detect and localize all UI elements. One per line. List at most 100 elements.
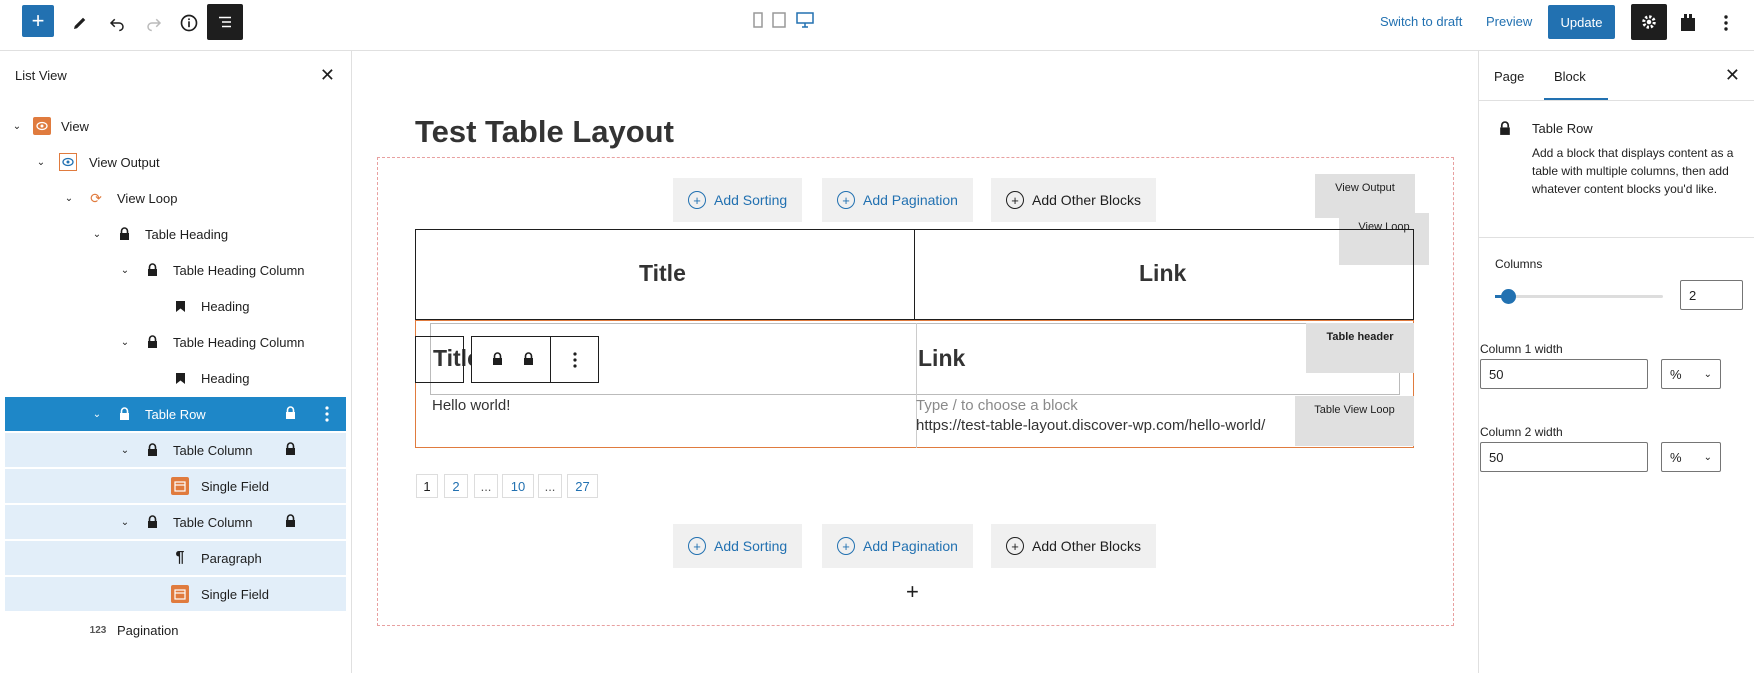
tree-item-label: Table Row: [145, 406, 206, 422]
chevron-down-icon[interactable]: ⌄: [11, 121, 23, 132]
redo-icon[interactable]: [136, 5, 172, 41]
bookmark-icon: [171, 297, 189, 315]
chevron-down-icon[interactable]: ⌄: [119, 517, 131, 528]
tree-item-single-field[interactable]: Single Field: [5, 577, 346, 611]
desktop-icon[interactable]: [796, 12, 814, 28]
mobile-icon[interactable]: [752, 12, 766, 28]
add-pagination-label: Add Pagination: [863, 192, 958, 208]
add-sorting-button[interactable]: + Add Sorting: [673, 178, 803, 222]
info-icon[interactable]: [171, 5, 207, 41]
page-number[interactable]: 2: [444, 474, 468, 498]
columns-input[interactable]: 2: [1680, 280, 1743, 310]
close-icon[interactable]: ✕: [1725, 65, 1740, 86]
chevron-down-icon[interactable]: ⌄: [91, 409, 103, 420]
columns-slider-thumb[interactable]: [1501, 289, 1516, 304]
chevron-down-icon[interactable]: ⌄: [91, 229, 103, 240]
column-2-unit-select[interactable]: % ⌄: [1661, 442, 1721, 472]
column-divider: [914, 229, 915, 320]
chevron-down-icon: ⌄: [1703, 368, 1712, 380]
row-link[interactable]: Link: [918, 345, 965, 372]
paragraph-placeholder[interactable]: Type / to choose a block: [916, 397, 1078, 414]
tab-block[interactable]: Block: [1554, 69, 1586, 84]
page-number[interactable]: 10: [502, 474, 534, 498]
plugin-icon[interactable]: [1670, 5, 1706, 41]
undo-icon[interactable]: [99, 5, 135, 41]
add-sorting-button[interactable]: + Add Sorting: [673, 524, 803, 568]
heading-title[interactable]: Title: [639, 260, 686, 287]
tablet-icon[interactable]: [772, 12, 786, 28]
add-block-button[interactable]: +: [22, 5, 54, 37]
tree-item-table-heading[interactable]: ⌄ Table Heading: [5, 217, 346, 251]
update-button[interactable]: Update: [1548, 5, 1615, 39]
tree-item-table-row[interactable]: ⌄ Table Row: [5, 397, 346, 431]
tree-item-label: Table Heading Column: [173, 262, 305, 278]
chevron-down-icon[interactable]: ⌄: [35, 157, 47, 168]
chevron-down-icon[interactable]: ⌄: [119, 337, 131, 348]
columns-slider-track[interactable]: [1495, 295, 1663, 298]
add-other-blocks-button[interactable]: + Add Other Blocks: [991, 524, 1156, 568]
lock-icon: [143, 513, 161, 531]
lock-icon: [143, 333, 161, 351]
chevron-down-icon[interactable]: ⌄: [119, 445, 131, 456]
page-title[interactable]: Test Table Layout: [415, 114, 674, 150]
tree-item-label: Table Heading: [145, 226, 229, 242]
heading-link[interactable]: Link: [1139, 260, 1186, 287]
tree-item-table-heading-column[interactable]: ⌄ Table Heading Column: [5, 253, 346, 287]
tree-item-paragraph[interactable]: ¶ Paragraph: [5, 541, 346, 575]
view-output-tag: View Output: [1315, 174, 1415, 218]
add-sorting-label: Add Sorting: [714, 538, 788, 554]
tree-item-view-loop[interactable]: ⌄ ⟳ View Loop: [5, 181, 346, 215]
more-options-icon[interactable]: [1708, 5, 1744, 41]
column-1-unit-select[interactable]: % ⌄: [1661, 359, 1721, 389]
list-view-title: List View: [15, 68, 67, 83]
add-other-blocks-button[interactable]: + Add Other Blocks: [991, 178, 1156, 222]
chevron-down-icon[interactable]: ⌄: [63, 193, 75, 204]
tree-item-pagination[interactable]: 123 Pagination: [5, 613, 346, 647]
gear-icon[interactable]: [1631, 4, 1667, 40]
column-1-width-label: Column 1 width: [1480, 342, 1563, 356]
pencil-icon[interactable]: [62, 5, 98, 41]
more-options-icon[interactable]: [325, 406, 329, 425]
column-1-width-input[interactable]: 50: [1480, 359, 1648, 389]
tree-item-table-column[interactable]: ⌄ Table Column: [5, 505, 346, 539]
preview-link[interactable]: Preview: [1486, 14, 1532, 29]
unit-value: %: [1670, 366, 1682, 382]
single-field-url[interactable]: https://test-table-layout.discover-wp.co…: [916, 417, 1296, 434]
lock-icon[interactable]: [285, 441, 296, 459]
calendar-icon: [171, 585, 189, 603]
block-appender-button[interactable]: +: [906, 579, 919, 605]
add-pagination-button[interactable]: + Add Pagination: [822, 524, 973, 568]
table-header-tag: Table header: [1306, 323, 1414, 373]
tree-item-heading[interactable]: Heading: [5, 289, 346, 323]
lock-icon[interactable]: [285, 513, 296, 531]
list-view-icon[interactable]: [207, 4, 243, 40]
editor-toolbar: + Switch to draft Preview Update: [0, 0, 1754, 51]
tree-item-label: Paragraph: [201, 550, 262, 566]
add-pagination-button[interactable]: + Add Pagination: [822, 178, 973, 222]
lock-icon[interactable]: [285, 405, 296, 423]
close-icon[interactable]: ✕: [320, 65, 335, 86]
plus-circle-icon: +: [837, 191, 855, 209]
view-output-icon: [59, 153, 77, 171]
tree-item-label: Pagination: [117, 622, 179, 638]
more-options-icon[interactable]: [573, 352, 577, 371]
block-toolbar: [471, 336, 599, 383]
tree-item-label: Single Field: [201, 478, 269, 494]
lock-icon[interactable]: [492, 352, 503, 369]
tree-item-single-field[interactable]: Single Field: [5, 469, 346, 503]
column-2-width-input[interactable]: 50: [1480, 442, 1648, 472]
page-number[interactable]: 1: [416, 474, 438, 498]
chevron-down-icon[interactable]: ⌄: [119, 265, 131, 276]
switch-to-draft-link[interactable]: Switch to draft: [1380, 14, 1462, 29]
tree-item-view[interactable]: ⌄ View: [5, 109, 346, 143]
tree-item-heading[interactable]: Heading: [5, 361, 346, 395]
tree-item-table-heading-column[interactable]: ⌄ Table Heading Column: [5, 325, 346, 359]
single-field-hello[interactable]: Hello world!: [432, 397, 510, 414]
tree-item-table-column[interactable]: ⌄ Table Column: [5, 433, 346, 467]
lock-icon[interactable]: [523, 352, 534, 369]
block-handle[interactable]: [415, 336, 464, 383]
page-number[interactable]: 27: [567, 474, 598, 498]
tree-item-view-output[interactable]: ⌄ View Output: [5, 145, 346, 179]
tab-page[interactable]: Page: [1494, 69, 1524, 84]
block-name: Table Row: [1532, 121, 1593, 136]
